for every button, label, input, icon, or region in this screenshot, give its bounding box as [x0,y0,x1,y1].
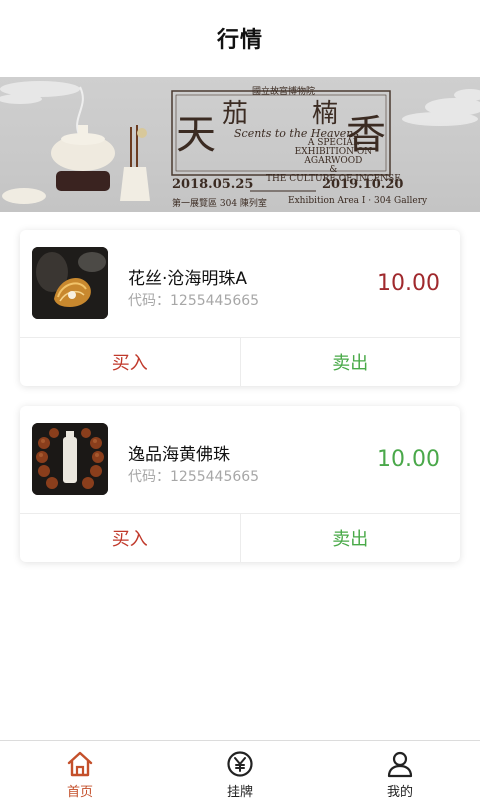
product-code: 代码：1255445665 [128,466,259,486]
product-code-label: 代码： [128,293,170,309]
banner-museum-name: 國立故宮博物院 [252,84,315,97]
bottom-tab-bar: 首页 挂牌 我的 [0,740,480,801]
banner-char-1: 天 [176,115,216,155]
product-thumbnail [32,423,108,495]
banner-location-cn: 第一展覽區 304 陳列室 [172,196,267,209]
product-code-label: 代码： [128,469,170,485]
product-card[interactable]: 花丝·沧海明珠A 代码：1255445665 10.00 买入 卖出 [20,230,460,386]
product-price: 10.00 [377,271,440,296]
banner-char-2: 茄 [222,101,248,127]
user-icon [386,750,414,778]
product-code-value: 1255445665 [170,469,259,485]
product-name: 逸品海黄佛珠 [128,440,230,465]
tab-profile[interactable]: 我的 [320,741,480,801]
top-header: 行情 [0,0,480,76]
yen-icon [226,750,254,778]
product-code-value: 1255445665 [170,293,259,309]
sell-button[interactable]: 卖出 [241,338,461,386]
tab-label: 挂牌 [227,781,253,800]
card-actions: 买入 卖出 [20,513,460,562]
buy-button[interactable]: 买入 [20,514,241,562]
tab-home[interactable]: 首页 [0,741,160,801]
product-code: 代码：1255445665 [128,290,259,310]
product-info[interactable]: 逸品海黄佛珠 代码：1255445665 10.00 [20,406,460,514]
banner-char-3: 楠 [312,101,338,127]
sell-button[interactable]: 卖出 [241,514,461,562]
product-name: 花丝·沧海明珠A [128,264,247,289]
home-icon [66,750,94,778]
tab-listing[interactable]: 挂牌 [160,741,320,801]
product-thumbnail [32,247,108,319]
banner-date-start: 2018.05.25 [172,177,253,192]
tab-label: 首页 [67,781,93,800]
product-info[interactable]: 花丝·沧海明珠A 代码：1255445665 10.00 [20,230,460,338]
tab-label: 我的 [387,781,413,800]
product-image-beads [32,423,108,495]
banner-location-en: Exhibition Area I · 304 Gallery [288,196,427,206]
buy-button[interactable]: 买入 [20,338,241,386]
promo-banner[interactable]: 國立故宮博物院 天 茄 楠 香 Scents to the Heavens A … [0,77,480,212]
product-image-shell [32,247,108,319]
product-card[interactable]: 逸品海黄佛珠 代码：1255445665 10.00 买入 卖出 [20,406,460,562]
page-title: 行情 [217,22,263,54]
product-price: 10.00 [377,447,440,472]
card-actions: 买入 卖出 [20,337,460,386]
banner-date-end: 2019.10.20 [322,177,403,192]
